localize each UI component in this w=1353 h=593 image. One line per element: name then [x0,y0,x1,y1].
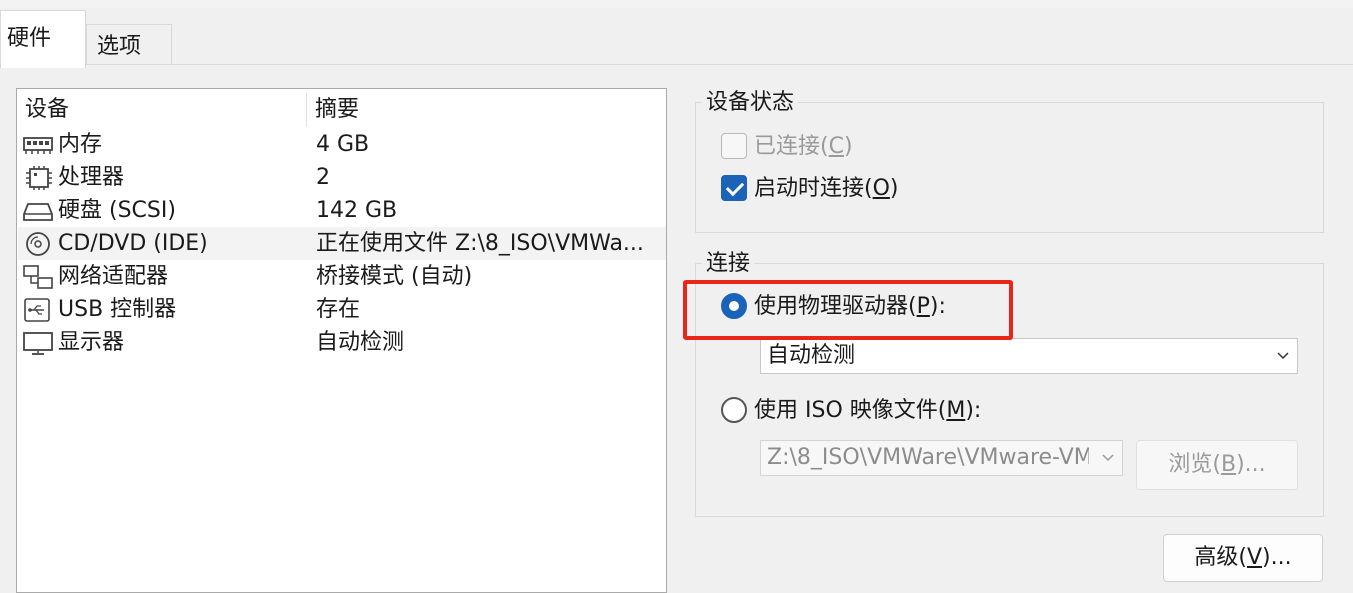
column-header-summary[interactable]: 摘要 [315,93,359,127]
device-row-processor[interactable]: 处理器 2 [18,161,666,194]
physical-drive-select[interactable]: 自动检测 [760,338,1298,374]
device-list[interactable]: 设备 摘要 内存 4 GB 处理器 2 硬盘 (SCSI) 142 GB CD/… [16,88,667,593]
annotation-highlight-box [683,280,1013,340]
hard-disk-icon [23,203,53,221]
device-row-memory[interactable]: 内存 4 GB [18,128,666,161]
browse-button[interactable]: 浏览(B)... [1136,440,1298,490]
device-row-cd-dvd[interactable]: CD/DVD (IDE) 正在使用文件 Z:\8_ISO\VMWa... [18,227,666,260]
device-row-display[interactable]: 显示器 自动检测 [18,326,666,359]
cd-dvd-icon [26,232,50,256]
tab-bar [0,8,1353,64]
device-summary: 正在使用文件 Z:\8_ISO\VMWa... [316,231,644,256]
network-adapter-icon [23,265,53,289]
device-status-title: 设备状态 [702,89,799,117]
column-separator[interactable] [306,93,307,127]
device-row-usb-controller[interactable]: USB 控制器 存在 [18,293,666,326]
device-summary: 存在 [316,297,361,322]
device-name: 处理器 [58,165,125,190]
device-name: 内存 [58,132,103,157]
chevron-down-icon [1277,352,1289,360]
device-status-group [695,102,1324,233]
device-list-header: 设备 摘要 [17,89,666,127]
tab-hardware[interactable]: 硬件 [0,10,86,68]
device-name: 显示器 [58,330,125,355]
device-summary: 4 GB [316,132,370,157]
usb-controller-icon [24,298,50,322]
iso-file-radio[interactable] [721,397,747,423]
device-name: USB 控制器 [58,297,177,322]
connected-label: 已连接(C) [754,134,853,159]
chevron-down-icon [1102,454,1114,462]
advanced-button[interactable]: 高级(V)... [1163,534,1323,582]
connected-checkbox[interactable] [721,133,747,159]
device-row-hard-disk[interactable]: 硬盘 (SCSI) 142 GB [18,194,666,227]
device-row-network-adapter[interactable]: 网络适配器 桥接模式 (自动) [18,260,666,293]
column-header-device[interactable]: 设备 [25,93,69,127]
tab-options[interactable]: 选项 [86,24,172,64]
iso-file-label: 使用 ISO 映像文件(M): [754,398,982,423]
device-summary: 142 GB [316,198,398,223]
connect-at-power-on-checkbox[interactable] [721,175,747,201]
device-summary: 2 [316,165,330,190]
iso-path-value: Z:\8_ISO\VMWare\VMware-VM [767,445,1089,470]
device-name: CD/DVD (IDE) [58,231,208,256]
physical-drive-select-value: 自动检测 [767,343,856,368]
device-name: 网络适配器 [58,264,169,289]
iso-path-combobox[interactable]: Z:\8_ISO\VMWare\VMware-VM [760,440,1123,476]
processor-icon [26,166,52,190]
connect-at-power-on-label: 启动时连接(O) [754,176,899,201]
device-name: 硬盘 (SCSI) [58,198,176,223]
device-summary: 自动检测 [316,330,405,355]
window-top-strip [0,0,1353,8]
connection-title: 连接 [702,250,755,278]
device-summary: 桥接模式 (自动) [316,264,473,289]
memory-icon [23,137,53,154]
display-icon [23,332,53,355]
